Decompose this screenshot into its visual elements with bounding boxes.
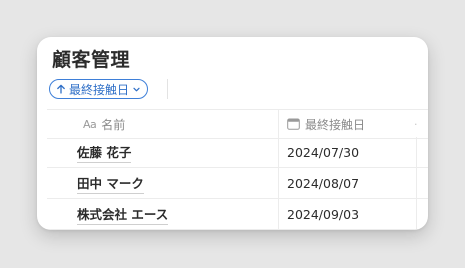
column-divider bbox=[416, 137, 417, 167]
name-text: 田中 マーク bbox=[77, 173, 144, 194]
date-cell[interactable]: 2024/08/07 bbox=[287, 168, 359, 198]
arrow-up-icon bbox=[57, 84, 65, 94]
column-header-label: 最終接触日 bbox=[305, 117, 366, 132]
chevron-down-icon bbox=[133, 87, 140, 91]
toolbar-divider bbox=[167, 79, 168, 99]
date-cell[interactable]: 2024/07/30 bbox=[287, 137, 359, 167]
table-row[interactable]: 佐藤 花子 2024/07/30 bbox=[47, 137, 428, 168]
column-divider bbox=[416, 199, 417, 229]
column-divider bbox=[278, 168, 279, 198]
table-header: Aa 名前 最終接触日 · bbox=[47, 109, 428, 139]
sort-chip[interactable]: 最終接触日 bbox=[49, 79, 149, 99]
overflow-indicator: · bbox=[414, 117, 418, 131]
table-row[interactable]: 田中 マーク 2024/08/07 bbox=[47, 168, 428, 199]
column-divider bbox=[278, 110, 279, 138]
column-divider bbox=[278, 137, 279, 167]
column-divider bbox=[416, 168, 417, 198]
column-header-last-contact[interactable]: 最終接触日 bbox=[287, 110, 365, 138]
table-row[interactable]: 株式会社 エース 2024/09/03 bbox=[47, 199, 428, 230]
text-type-icon: Aa bbox=[83, 117, 97, 131]
column-header-label: 名前 bbox=[101, 117, 126, 132]
name-text: 佐藤 花子 bbox=[77, 142, 132, 163]
name-cell[interactable]: 佐藤 花子 bbox=[77, 137, 132, 167]
column-divider bbox=[278, 199, 279, 229]
page-title: 顧客管理 bbox=[52, 49, 131, 71]
column-header-name[interactable]: Aa 名前 bbox=[83, 110, 125, 138]
date-cell[interactable]: 2024/09/03 bbox=[287, 199, 359, 229]
sort-chip-label: 最終接触日 bbox=[69, 82, 130, 97]
database-card: 顧客管理 最終接触日 Aa 名前 最終接触日 · 佐藤 花子 2024/07/3… bbox=[37, 37, 428, 230]
table-body: 佐藤 花子 2024/07/30 田中 マーク 2024/08/07 株式会社 … bbox=[47, 137, 428, 230]
name-cell[interactable]: 株式会社 エース bbox=[77, 199, 169, 229]
calendar-icon bbox=[287, 118, 300, 130]
name-cell[interactable]: 田中 マーク bbox=[77, 168, 144, 198]
name-text: 株式会社 エース bbox=[77, 204, 169, 225]
